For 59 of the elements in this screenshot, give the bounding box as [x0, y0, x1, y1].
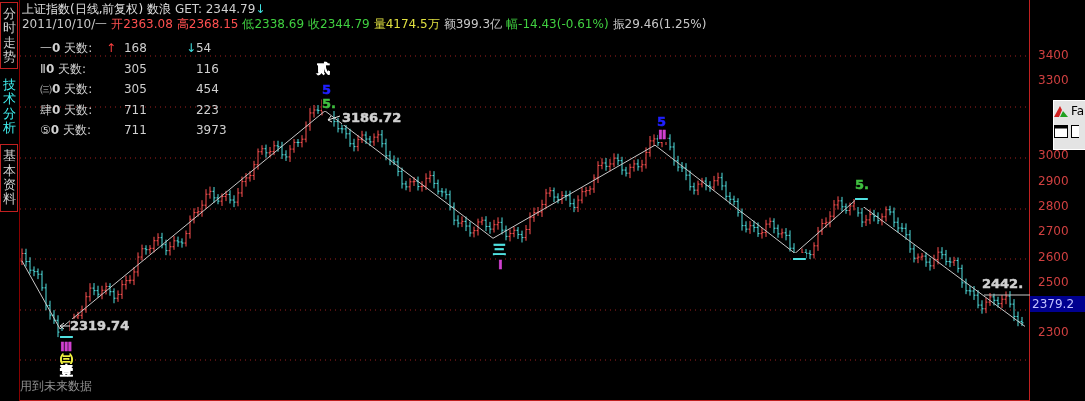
wave-label: I: [498, 258, 503, 272]
axis-label: 2900: [1038, 174, 1069, 188]
quote-field: 收2344.79: [308, 17, 370, 32]
stat-label: ⑤0 天数:: [40, 122, 91, 139]
down-arrow-icon: ↓: [255, 2, 266, 17]
quote-field: 幅-14.43(-0.61%): [506, 17, 609, 32]
axis-label: 2600: [1038, 250, 1069, 264]
window-icon[interactable]: [1054, 124, 1069, 138]
warning-note: 用到未来数据: [20, 379, 92, 393]
axis-label: 2800: [1038, 199, 1069, 213]
axis-label: 2700: [1038, 224, 1069, 238]
axis-label: 3400: [1038, 48, 1069, 62]
axis-label: 2300: [1038, 325, 1069, 339]
stat-value: 711: [124, 101, 147, 118]
wave-label: Ⅱ: [658, 128, 667, 142]
stat-value: 711: [124, 122, 147, 139]
stat-label: 一0 天数:: [40, 40, 93, 56]
quote-field: 振29.46(1.25%): [612, 17, 707, 32]
wave-label: 三: [493, 243, 506, 257]
quote-field: 开2363.08: [111, 17, 173, 32]
axis-label: 3300: [1038, 73, 1069, 87]
get-value: GET: 2344.79: [175, 2, 256, 17]
quote-field: 额399.3亿: [443, 17, 503, 32]
quote-field: 量4174.5万: [373, 17, 440, 32]
stat-label: 肆0 天数:: [40, 101, 93, 118]
wave-label: 2319.74: [70, 319, 130, 333]
axis-label: 2500: [1038, 275, 1069, 289]
window-icon[interactable]: [1071, 124, 1080, 138]
chart-title: 上证指数(日线,前复权) 数浪: [22, 2, 171, 17]
side-tab[interactable]: 技术分析: [0, 73, 18, 141]
stat-value: 454: [196, 81, 219, 98]
side-tab[interactable]: 基本资料: [0, 144, 18, 212]
wave-label: 5: [322, 83, 332, 97]
wave-label: 壹: [60, 364, 73, 378]
last-price-tag: 2379.2: [1030, 296, 1085, 312]
wave-label: 2442.: [982, 277, 1024, 291]
stat-value: 223: [196, 101, 219, 118]
pointer-arrow-icon: [327, 115, 341, 123]
wave-label: 5.: [855, 178, 869, 192]
axis-label: 3000: [1038, 148, 1069, 162]
up-arrow-icon: ↑: [106, 40, 117, 56]
popup-title: Fa: [1071, 104, 1085, 118]
stat-value: 305: [124, 81, 147, 98]
chart-logo-icon: [1054, 105, 1069, 117]
stat-value: 3973: [196, 122, 227, 139]
down-arrow-icon: ↓: [186, 40, 197, 56]
quote-field: 低2338.69: [242, 17, 305, 32]
wave-label: 贰: [317, 62, 330, 76]
stat-label: Ⅱ0 天数:: [40, 60, 87, 77]
quote-field: 2011/10/10/一: [22, 17, 108, 32]
wave-label: 一: [793, 253, 806, 267]
quote-field: 高2368.15: [176, 17, 239, 32]
side-tab[interactable]: 分时走势: [0, 2, 18, 70]
stat-label: ㈢0 天数:: [40, 81, 93, 98]
wave-label: 3186.72: [342, 111, 402, 125]
stat-value: 116: [196, 60, 219, 77]
stat-value: 54: [196, 40, 212, 56]
stat-value: 305: [124, 60, 147, 77]
stat-value: 168: [124, 40, 147, 56]
